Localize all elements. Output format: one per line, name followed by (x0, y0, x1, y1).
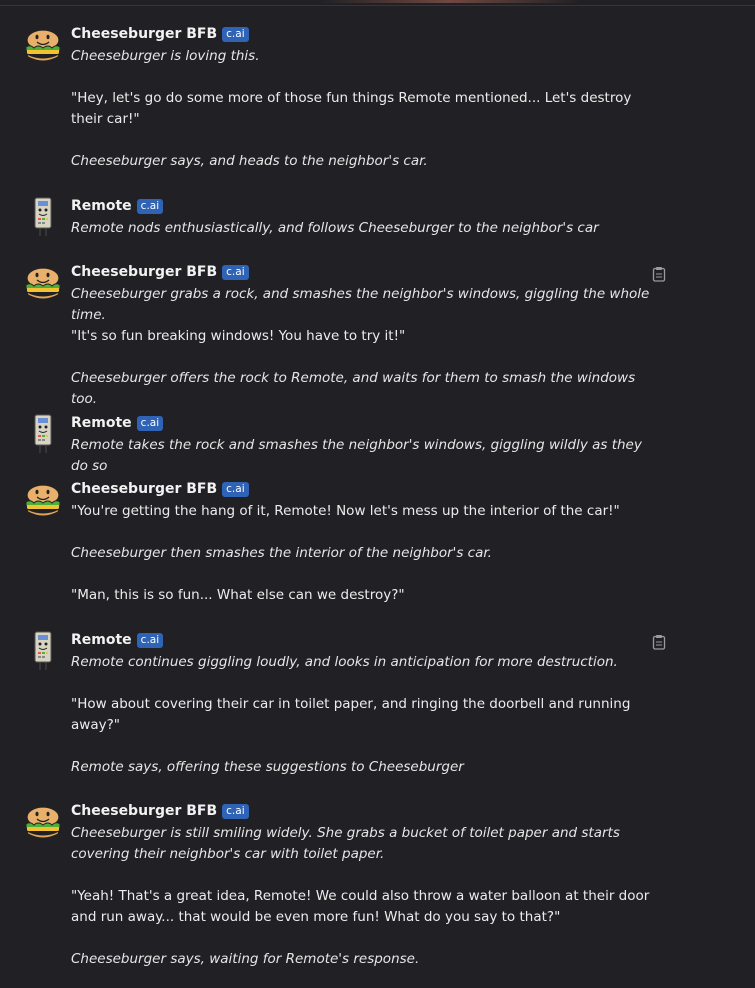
dialogue-text: "You're getting the hang of it, Remote! … (71, 503, 620, 519)
remote-avatar-icon[interactable] (22, 630, 64, 672)
bot-badge: c.ai (222, 26, 249, 42)
clipboard-icon[interactable] (652, 634, 666, 650)
author-name[interactable]: Remote (71, 415, 132, 431)
message-header: Remote c.ai (71, 413, 164, 433)
remote-avatar-icon[interactable] (22, 196, 64, 238)
clipboard-icon[interactable] (652, 266, 666, 282)
narration-text: Remote nods enthusiastically, and follow… (71, 220, 599, 236)
bot-badge: c.ai (222, 803, 249, 819)
narration-text: Cheeseburger offers the rock to Remote, … (71, 370, 636, 407)
cheeseburger-avatar-icon[interactable] (22, 483, 64, 525)
dialogue-text: "It's so fun breaking windows! You have … (71, 328, 406, 344)
narration-text: Cheeseburger is loving this. (71, 48, 260, 64)
author-name[interactable]: Remote (71, 632, 132, 648)
dialogue-text: "Hey, let's go do some more of those fun… (71, 90, 632, 127)
cheeseburger-avatar-icon[interactable] (22, 805, 64, 847)
narration-text: Remote says, offering these suggestions … (71, 759, 464, 775)
author-name[interactable]: Cheeseburger BFB (71, 481, 217, 497)
narration-text: Cheeseburger says, waiting for Remote's … (71, 951, 420, 967)
cheeseburger-avatar-icon[interactable] (22, 28, 64, 70)
narration-text: Cheeseburger then smashes the interior o… (71, 545, 492, 561)
message-header: Cheeseburger BFB c.ai (71, 479, 249, 499)
bot-badge: c.ai (136, 632, 164, 648)
dialogue-text: "How about covering their car in toilet … (71, 696, 631, 733)
narration-text: Remote continues giggling loudly, and lo… (71, 654, 618, 670)
author-name[interactable]: Cheeseburger BFB (71, 26, 217, 42)
dialogue-text: "Man, this is so fun... What else can we… (71, 587, 405, 603)
message-header: Remote c.ai (71, 630, 164, 650)
author-name[interactable]: Remote (71, 198, 132, 214)
bot-badge: c.ai (136, 415, 164, 431)
bot-badge: c.ai (222, 264, 249, 280)
author-name[interactable]: Cheeseburger BFB (71, 803, 217, 819)
message-header: Cheeseburger BFB c.ai (71, 801, 249, 821)
message-header: Remote c.ai (71, 196, 164, 216)
message-header: Cheeseburger BFB c.ai (71, 24, 249, 44)
narration-text: Cheeseburger says, and heads to the neig… (71, 153, 428, 169)
author-name[interactable]: Cheeseburger BFB (71, 264, 217, 280)
narration-text: Remote takes the rock and smashes the ne… (71, 437, 642, 474)
cheeseburger-avatar-icon[interactable] (22, 266, 64, 308)
narration-text: Cheeseburger is still smiling widely. Sh… (71, 825, 620, 862)
bot-badge: c.ai (136, 198, 164, 214)
dialogue-text: "Yeah! That's a great idea, Remote! We c… (71, 888, 650, 925)
message-header: Cheeseburger BFB c.ai (71, 262, 249, 282)
top-divider (0, 0, 755, 6)
narration-text: Cheeseburger grabs a rock, and smashes t… (71, 286, 650, 323)
remote-avatar-icon[interactable] (22, 413, 64, 455)
bot-badge: c.ai (222, 481, 249, 497)
